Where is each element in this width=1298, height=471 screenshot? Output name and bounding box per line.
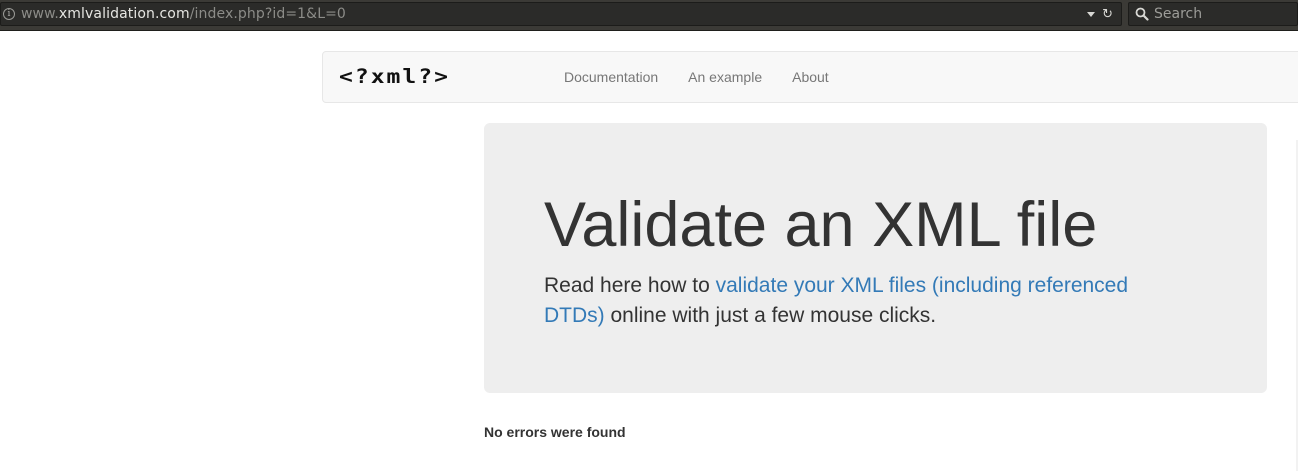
nav-link-documentation[interactable]: Documentation — [549, 52, 673, 102]
address-bar[interactable]: i www.xmlvalidation.com/index.php?id=1&L… — [0, 2, 1122, 26]
nav-link-about[interactable]: About — [777, 52, 844, 102]
browser-toolbar: i www.xmlvalidation.com/index.php?id=1&L… — [0, 0, 1298, 31]
info-icon[interactable]: i — [3, 8, 15, 20]
search-icon — [1135, 7, 1149, 21]
search-placeholder: Search — [1154, 6, 1203, 22]
url-path: /index.php?id=1&L=0 — [189, 6, 346, 22]
url-domain: xmlvalidation.com — [58, 6, 190, 22]
address-bar-controls: ↻ — [1087, 3, 1113, 25]
nav-links: Documentation An example About — [549, 52, 844, 102]
nav-link-an-example[interactable]: An example — [673, 52, 777, 102]
hero-panel: Validate an XML file Read here how to va… — [484, 123, 1267, 393]
page-title: Validate an XML file — [544, 190, 1098, 260]
url-prefix: www. — [21, 6, 59, 22]
url-text[interactable]: www.xmlvalidation.com/index.php?id=1&L=0 — [21, 6, 346, 22]
reload-icon[interactable]: ↻ — [1102, 8, 1113, 21]
history-dropdown-icon[interactable] — [1087, 11, 1096, 17]
hero-text-after: online with just a few mouse clicks. — [604, 304, 937, 327]
hero-text-before: Read here how to — [544, 274, 716, 297]
brand-logo[interactable]: <?xml?> — [339, 64, 450, 90]
site-navbar: <?xml?> Documentation An example About — [322, 51, 1298, 103]
validation-status-message: No errors were found — [484, 424, 626, 440]
hero-description: Read here how to validate your XML files… — [544, 271, 1184, 331]
browser-search-field[interactable]: Search — [1128, 2, 1298, 26]
